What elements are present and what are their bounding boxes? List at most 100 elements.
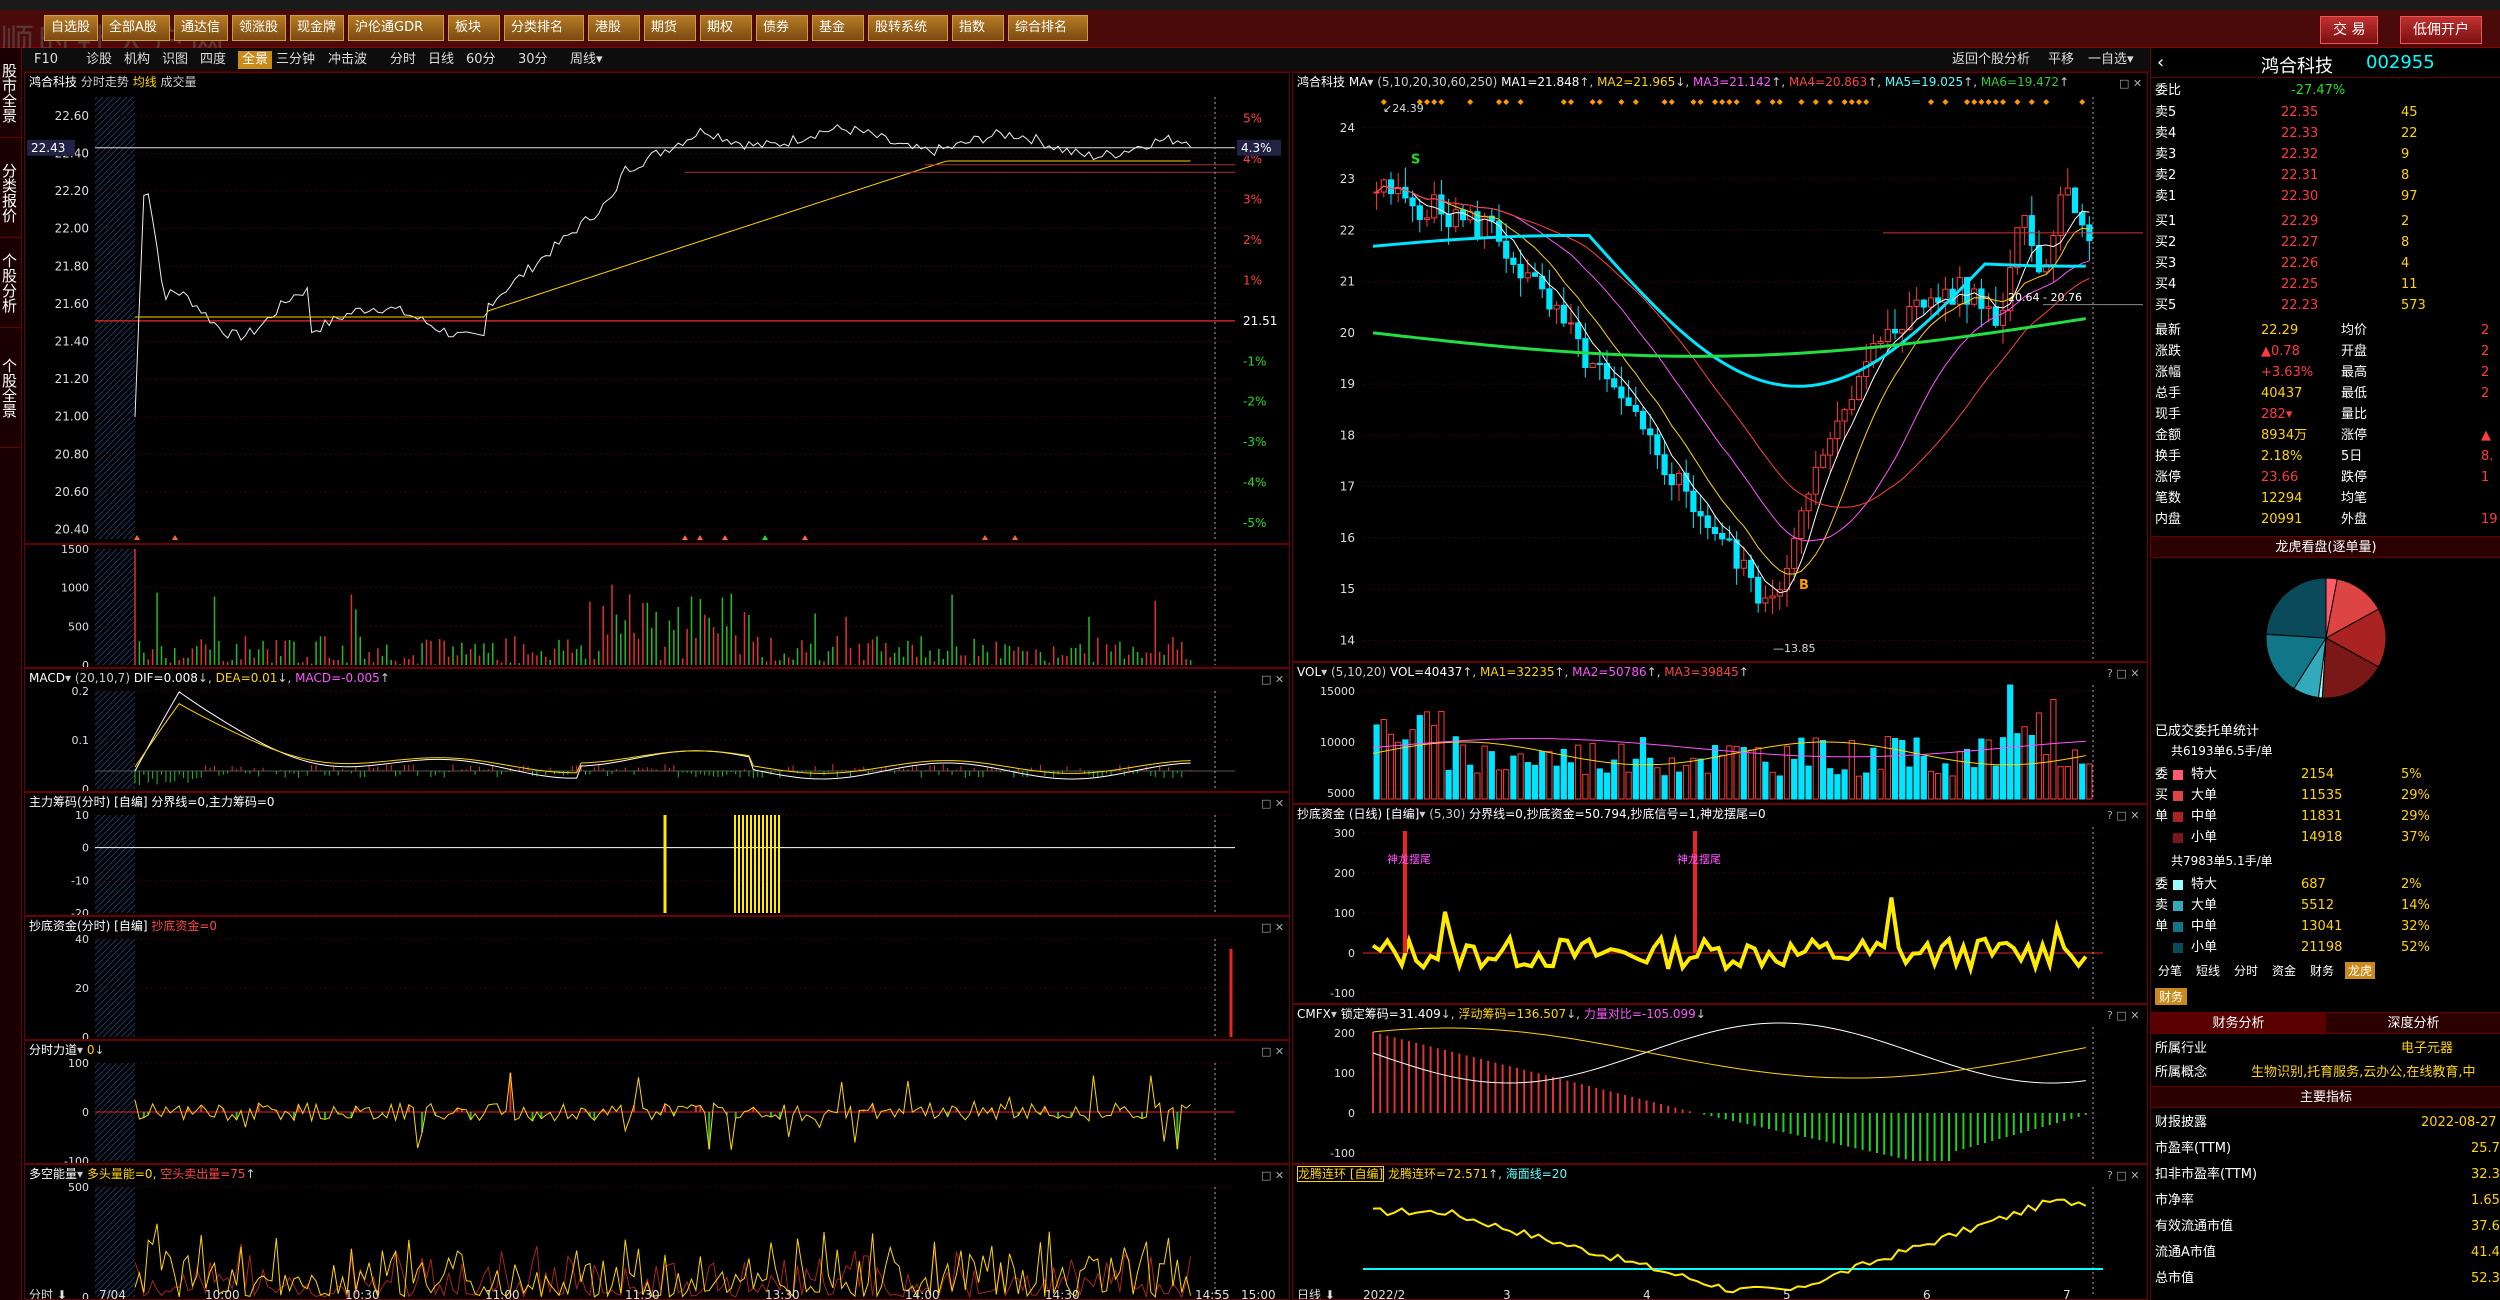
quote-tab-0[interactable]: 分笔 (2155, 962, 2185, 979)
orderbook-row[interactable]: 买2 22.27 8 (2151, 232, 2500, 254)
open-account-button[interactable]: 低佣开户 (2400, 16, 2482, 44)
toolbar-item-10[interactable]: 期权 (700, 15, 752, 41)
kline-chaodi-pane[interactable]: 抄底资金 (日线) [自编]▾ (5,30) 分界线=0,抄底资金=50.794… (1292, 804, 2148, 1004)
orderbook-row[interactable]: 买3 22.26 4 (2151, 253, 2500, 275)
intraday-volume-pane[interactable]: 1500 1000 500 0 (24, 544, 1290, 668)
side-tab-0[interactable]: 股市全景 (0, 48, 22, 138)
subbar-left-6[interactable]: 三分钟 (276, 51, 315, 69)
svg-text:0: 0 (1348, 1107, 1355, 1120)
orderbook-row[interactable]: 买1 22.29 2 (2151, 211, 2500, 233)
orderbook-row[interactable]: 卖5 22.35 45 (2151, 102, 2500, 124)
order-cell: 14918 (2301, 830, 2343, 845)
stat-cell: 2 (2481, 344, 2490, 359)
toolbar-item-5[interactable]: 沪伦通GDR (348, 15, 444, 41)
subbar-right-0[interactable]: 返回个股分析 (1952, 51, 2030, 69)
legend-swatch (2173, 812, 2183, 822)
toolbar-item-12[interactable]: 基金 (812, 15, 864, 41)
kline-cmfx-pane[interactable]: CMFX▾ 锁定筹码=31.409↓, 浮动筹码=136.507↓, 力量对比=… (1292, 1004, 2148, 1164)
order-summary: 共7983单5.1手/单 (2171, 854, 2273, 868)
toolbar-item-13[interactable]: 股转系统 (868, 15, 948, 41)
quote-panel: ‹ 鸿合科技 002955 委比 -27.47% 卖5 22.35 45 卖4 22.33 22 卖3… (2150, 48, 2500, 1300)
fin-tab-analysis[interactable]: 财务分析 (2151, 1012, 2326, 1034)
subbar-period-3[interactable]: 30分 (518, 51, 548, 69)
intraday-price-svg: 22.6022.4022.2022.0021.8021.6021.4021.20… (27, 97, 1281, 540)
toolbar-item-label: 基金 (819, 20, 846, 35)
quote-tab-1[interactable]: 短线 (2193, 962, 2223, 979)
orderbook-row[interactable]: 卖3 22.32 9 (2151, 144, 2500, 166)
intraday-macd-pane[interactable]: MACD▾ (20,10,7) DIF=0.008↓, DEA=0.01↓, M… (24, 668, 1290, 792)
subbar-left-1[interactable]: 诊股 (86, 51, 112, 69)
subbar-left-2[interactable]: 机构 (124, 51, 150, 69)
svg-text:0.1: 0.1 (72, 734, 90, 747)
svg-text:-100: -100 (1330, 1147, 1355, 1160)
subbar-left-3[interactable]: 识图 (162, 51, 188, 69)
stat-row: 最新 22.29 均价 2 (2151, 320, 2500, 342)
intraday-zhuli-pane[interactable]: 主力筹码(分时) [自编] 分界线=0,主力筹码=0 10 0 -10 -20 □ ✕ (24, 792, 1290, 916)
subbar-right-2[interactable]: 一自选▾ (2088, 51, 2134, 69)
subbar-period-4[interactable]: 周线▾ (570, 51, 603, 69)
intraday-chaodi-pane[interactable]: 抄底资金(分时) [自编] 抄底资金=0 40 20 0 □ ✕ (24, 916, 1290, 1040)
quote-tab-5[interactable]: 龙虎 (2345, 962, 2376, 979)
subbar-left-4[interactable]: 四度 (200, 51, 226, 69)
subbar-period-1[interactable]: 日线 (428, 51, 454, 69)
stat-cell: 金额 (2155, 428, 2182, 443)
toolbar-item-4[interactable]: 现金牌 (290, 15, 344, 41)
fin-tab-deep[interactable]: 深度分析 (2326, 1012, 2500, 1034)
toolbar-item-9[interactable]: 期货 (644, 15, 696, 41)
indicator-value: 1.65 (2471, 1193, 2500, 1208)
fin-tab[interactable]: 财务 (2155, 988, 2188, 1005)
toolbar-item-11[interactable]: 债券 (756, 15, 808, 41)
order-row: 单 中单 11831 29% (2151, 806, 2500, 828)
toolbar-item-0[interactable]: 自选股 (44, 15, 98, 41)
subbar-left-7[interactable]: 冲击波 (328, 51, 367, 69)
intraday-duokong-pane[interactable]: 多空能量▾ 多头量能=0, 空头卖出量=75↑ 500 0 □ ✕ 7/04 10:00… (24, 1164, 1290, 1300)
orderbook-row[interactable]: 买5 22.23 573 (2151, 295, 2500, 317)
toolbar-item-7[interactable]: 分类排名 (504, 15, 584, 41)
stat-cell: 8934万 (2261, 428, 2308, 443)
side-tab-2[interactable]: 个股分析 (0, 238, 22, 328)
kline-longteng-pane[interactable]: 龙腾连环 [自编] 龙腾连环=72.571↑, 海面线=20 ? □ ✕ 日线 ⬇… (1292, 1164, 2148, 1300)
kline-chart-pane[interactable]: 鸿合科技 MA▾ (5,10,20,30,60,250) MA1=21.848↑… (1292, 72, 2148, 662)
subbar-period-0[interactable]: 分时 (390, 51, 416, 69)
indicator-row: 市净率 1.65 (2151, 1190, 2500, 1212)
svg-text:—13.85: —13.85 (1773, 642, 1816, 655)
side-tab-1[interactable]: 分类报价 (0, 148, 22, 238)
back-icon[interactable]: ‹ (2157, 52, 2164, 73)
orderbook-row[interactable]: 卖2 22.31 8 (2151, 165, 2500, 187)
stat-cell: 均笔 (2341, 491, 2368, 506)
subbar-left-5[interactable]: 全景 (238, 51, 273, 69)
trade-button[interactable]: 交 易 (2320, 16, 2379, 44)
order-cell: 买 (2155, 788, 2169, 803)
subbar-left-0[interactable]: F10 (34, 51, 58, 69)
subbar-period-2[interactable]: 60分 (466, 51, 496, 69)
quote-tab-4[interactable]: 财务 (2307, 962, 2337, 979)
stat-cell: 40437 (2261, 386, 2303, 401)
svg-text:0: 0 (82, 1106, 89, 1119)
toolbar-item-3[interactable]: 领涨股 (232, 15, 286, 41)
toolbar-item-6[interactable]: 板块 (448, 15, 500, 41)
svg-text:11:00: 11:00 (485, 1288, 520, 1300)
quote-tab-3[interactable]: 资金 (2269, 962, 2299, 979)
toolbar-item-8[interactable]: 港股 (588, 15, 640, 41)
orderbook-row[interactable]: 卖1 22.30 97 (2151, 186, 2500, 208)
toolbar-item-2[interactable]: 通达信 (174, 15, 228, 41)
orderbook-cell: 11 (2401, 277, 2418, 292)
toolbar-item-14[interactable]: 指数 (952, 15, 1004, 41)
fin-label: 所属行业 (2155, 1041, 2208, 1056)
kline-volume-pane[interactable]: VOL▾ (5,10,20) VOL=40437↑, MA1=32235↑, M… (1292, 662, 2148, 804)
orderbook-row[interactable]: 买4 22.25 11 (2151, 274, 2500, 296)
order-cell: 13041 (2301, 919, 2343, 934)
svg-text:2022/2: 2022/2 (1363, 1288, 1405, 1300)
svg-text:0: 0 (82, 1291, 89, 1300)
quote-tab-2[interactable]: 分时 (2231, 962, 2261, 979)
intraday-chart-pane[interactable]: 鸿合科技 分时走势 均线 成交量 22.6022.4022.2022.0021.… (24, 72, 1290, 544)
toolbar-item-label: 沪伦通GDR (355, 20, 424, 35)
intraday-lidao-pane[interactable]: 分时力道▾ 0↓ 100 0 -100 □ ✕ (24, 1040, 1290, 1164)
side-tab-3[interactable]: 个股全景 (0, 328, 22, 448)
toolbar-item-1[interactable]: 全部A股 (102, 15, 170, 41)
subbar-right-1[interactable]: 平移 (2048, 51, 2074, 69)
svg-text:10:30: 10:30 (345, 1288, 380, 1300)
quote-code: 002955 (2366, 52, 2435, 73)
toolbar-item-15[interactable]: 综合排名 (1008, 15, 1088, 41)
orderbook-row[interactable]: 卖4 22.33 22 (2151, 123, 2500, 145)
